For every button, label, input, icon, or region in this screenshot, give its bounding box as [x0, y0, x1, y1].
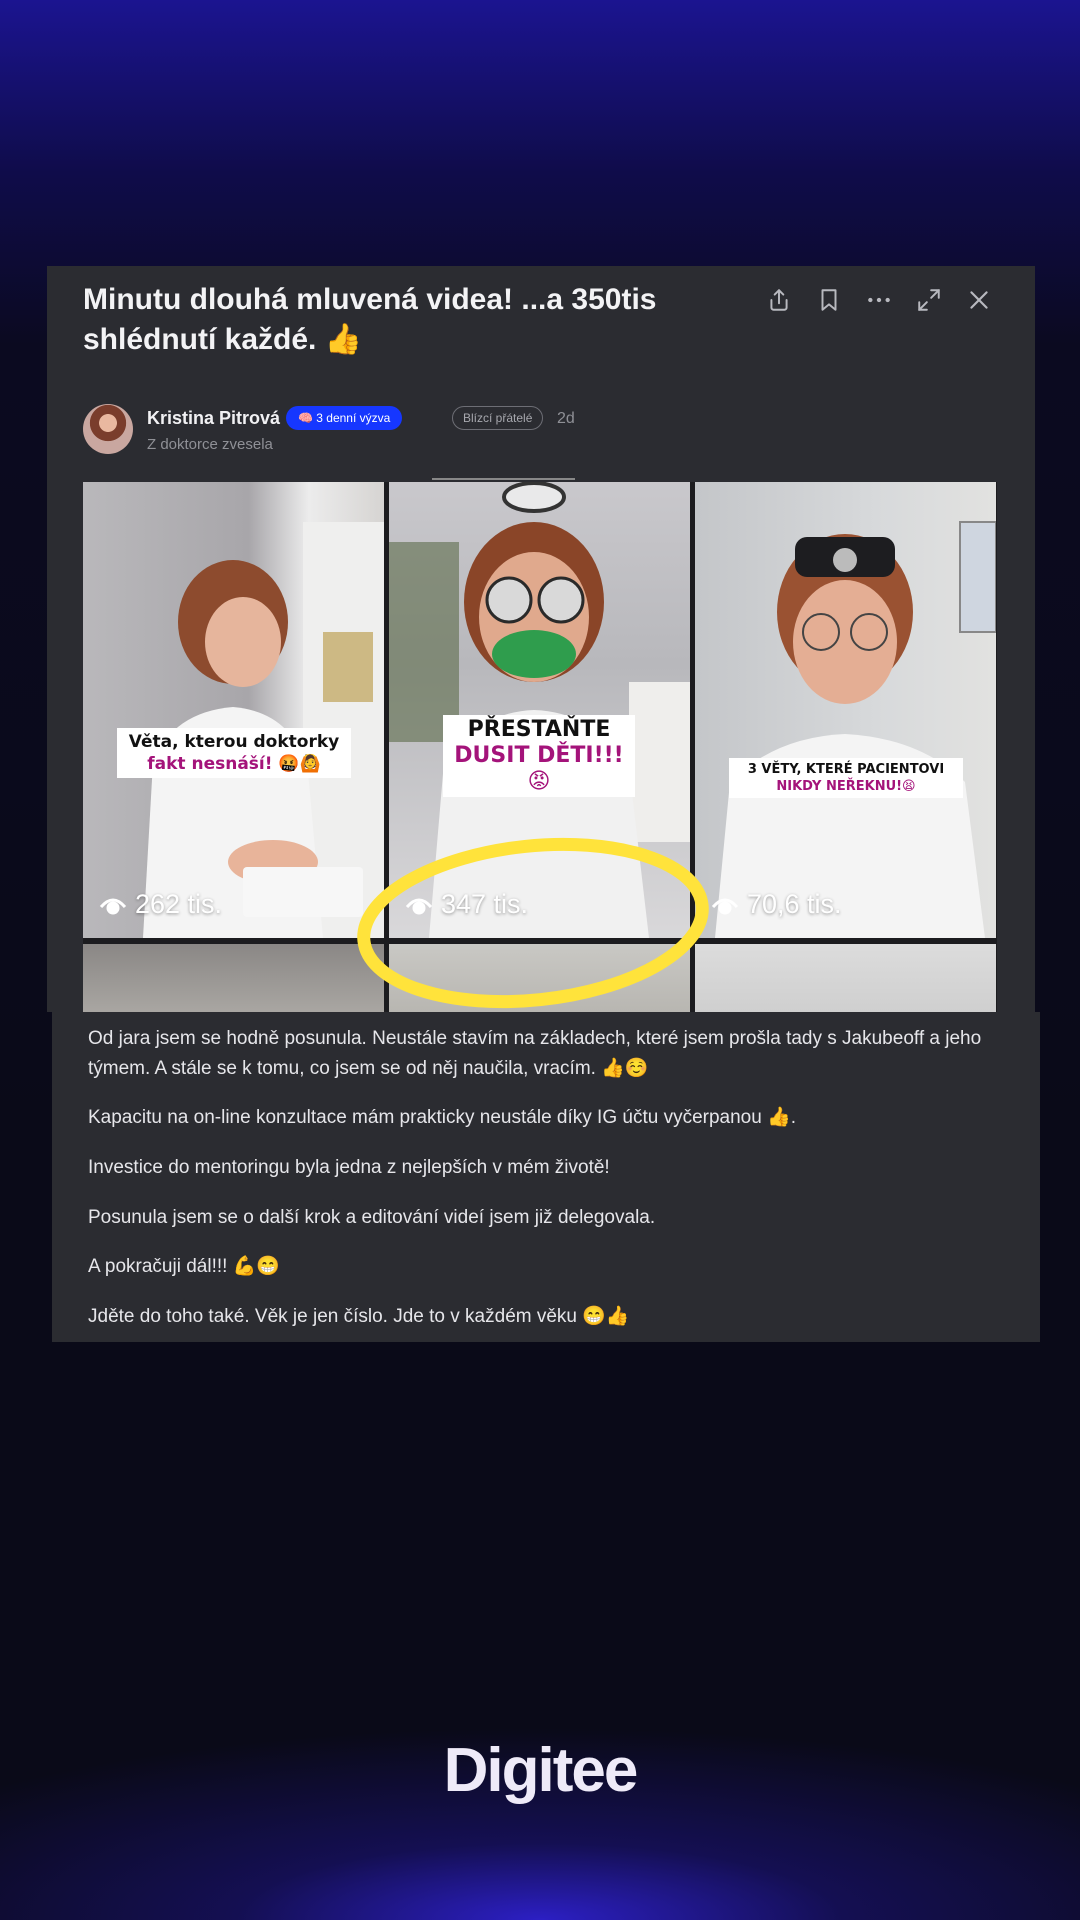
avatar[interactable]: [83, 404, 133, 454]
post-paragraph: Jděte do toho také. Věk je jen číslo. Jd…: [88, 1306, 630, 1327]
eye-icon: [99, 898, 127, 914]
video-thumbnail[interactable]: [695, 944, 996, 1012]
post-title-line-1: Minutu dlouhá mluvená videa! ...a 350tis: [83, 283, 657, 316]
eye-icon: [711, 898, 739, 914]
challenge-badge[interactable]: 🧠 3 denní výzva: [286, 406, 403, 430]
expand-icon[interactable]: [913, 284, 945, 316]
community-name[interactable]: Z doktorce zvesela: [147, 436, 273, 453]
post-modal: Minutu dlouhá mluvená videa! ...a 350tis…: [47, 266, 1035, 1012]
video-thumbnail[interactable]: [389, 944, 690, 1012]
video-thumbnail[interactable]: Věta, kterou doktorky fakt nesnáší! 🤬🙆 2…: [83, 482, 384, 938]
more-icon[interactable]: [863, 284, 895, 316]
post-body: Od jara jsem se hodně posunula. Neustále…: [52, 1012, 1040, 1342]
post-paragraph: Posunula jsem se o další krok a editován…: [88, 1207, 656, 1228]
post-paragraph: A pokračuji dál!!! 💪😁: [88, 1256, 281, 1277]
post-paragraph: Kapacitu na on-line konzultace mám prakt…: [88, 1107, 797, 1128]
share-icon[interactable]: [763, 284, 795, 316]
video-caption: 3 VĚTY, KTERÉ PACIENTOVI NIKDY NEŘEKNU!😫: [729, 758, 963, 798]
post-paragraph: Investice do mentoringu byla jedna z nej…: [88, 1157, 610, 1178]
video-thumbnail[interactable]: 3 VĚTY, KTERÉ PACIENTOVI NIKDY NEŘEKNU!😫…: [695, 482, 996, 938]
post-paragraph: Od jara jsem se hodně posunula. Neustále…: [88, 1028, 982, 1079]
post-title-line-2: shlédnutí každé. 👍: [83, 323, 363, 356]
video-caption: Věta, kterou doktorky fakt nesnáší! 🤬🙆: [117, 728, 351, 778]
post-image-grid[interactable]: Věta, kterou doktorky fakt nesnáší! 🤬🙆 2…: [83, 482, 997, 1012]
view-count: 347 tis.: [405, 889, 528, 920]
author-row: Kristina Pitrová 🧠 3 denní výzva Blízcí …: [83, 404, 983, 460]
author-name[interactable]: Kristina Pitrová: [147, 408, 280, 429]
post-title: Minutu dlouhá mluvená videa! ...a 350tis…: [83, 280, 703, 360]
video-thumbnail[interactable]: PŘESTAŇTE DUSIT DĚTI!!!😡 347 tis.: [389, 482, 690, 938]
group-badge[interactable]: Blízcí přátelé: [452, 406, 544, 430]
close-icon[interactable]: [963, 284, 995, 316]
bookmark-icon[interactable]: [813, 284, 845, 316]
post-toolbar: [763, 284, 995, 316]
eye-icon: [405, 898, 433, 914]
post-time: 2d: [557, 410, 575, 427]
view-count: 70,6 tis.: [711, 889, 842, 920]
scroll-indicator: [432, 478, 575, 480]
view-count: 262 tis.: [99, 889, 222, 920]
video-caption: PŘESTAŇTE DUSIT DĚTI!!!😡: [443, 715, 635, 797]
brand-logo: Digitee: [443, 1736, 639, 1805]
video-thumbnail[interactable]: [83, 944, 384, 1012]
